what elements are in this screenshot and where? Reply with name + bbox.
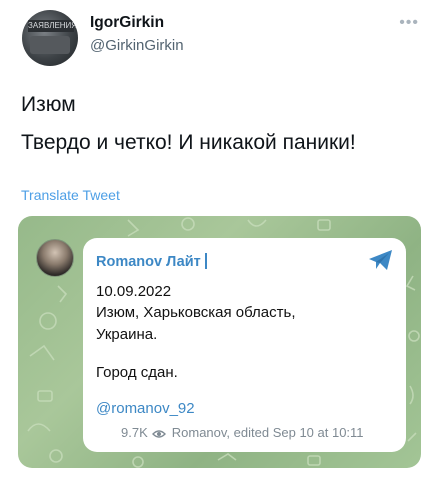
author-handle[interactable]: @GirkinGirkin: [90, 37, 184, 54]
message-timestamp: Sep 10 at 10:11: [272, 425, 364, 440]
tweet-text-line-2: Твердо и четко! И никакой паники!: [21, 131, 356, 154]
translate-tweet-link[interactable]: Translate Tweet: [21, 187, 120, 203]
view-count: 9.7K: [121, 425, 148, 440]
eye-icon: [151, 430, 166, 438]
telegram-send-icon[interactable]: [368, 249, 394, 271]
author-avatar[interactable]: ЗАЯВЛЕНИЯ: [22, 10, 78, 66]
message-body: Город сдан.: [96, 364, 178, 381]
message-location-line-1: Изюм, Харьковская область,: [96, 304, 296, 321]
avatar-shape: [30, 36, 70, 54]
author-display-name[interactable]: IgorGirkin: [90, 14, 164, 32]
more-icon[interactable]: •••: [399, 14, 419, 32]
channel-name-row[interactable]: Romanov Лайт: [96, 253, 207, 270]
channel-avatar[interactable]: [36, 239, 74, 277]
channel-name[interactable]: Romanov Лайт: [96, 254, 201, 270]
message-date: 10.09.2022: [96, 283, 172, 300]
message-author-edited: Romanov, edited: [171, 425, 270, 440]
tweet-text-line-1: Изюм: [21, 93, 76, 116]
message-location-line-2: Украина.: [96, 326, 158, 343]
text-cursor: [204, 253, 207, 269]
message-meta: 9.7K Romanov, edited Sep 10 at 10:11: [121, 425, 364, 440]
telegram-screenshot-card[interactable]: Romanov Лайт 10.09.2022 Изюм, Харьковска…: [18, 216, 421, 468]
channel-link[interactable]: @romanov_92: [96, 400, 195, 417]
avatar-caption: ЗАЯВЛЕНИЯ: [28, 20, 78, 32]
message-bubble: Romanov Лайт 10.09.2022 Изюм, Харьковска…: [83, 238, 406, 452]
